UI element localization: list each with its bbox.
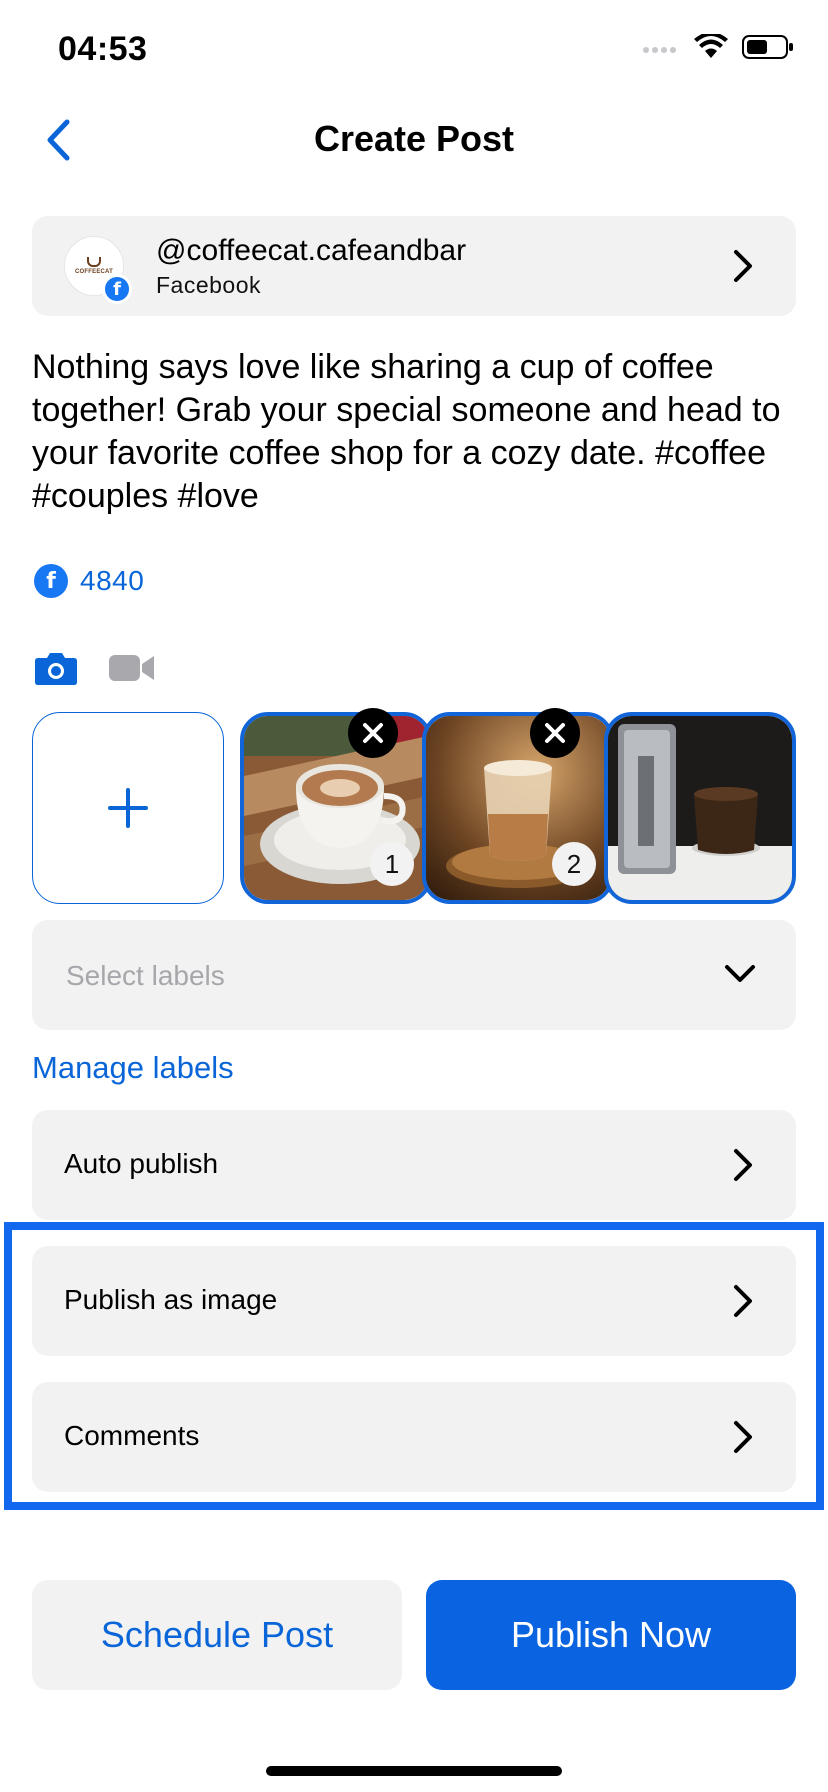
publish-now-button[interactable]: Publish Now	[426, 1580, 796, 1690]
media-index-badge: 2	[552, 842, 596, 886]
status-icons	[642, 34, 794, 60]
media-index-badge: 1	[370, 842, 414, 886]
home-indicator	[266, 1766, 562, 1776]
media-strip: 1 2	[32, 708, 796, 908]
camera-icon[interactable]	[34, 650, 78, 686]
plus-icon	[108, 788, 148, 828]
nav-bar: Create Post	[0, 108, 828, 172]
manage-labels-link[interactable]: Manage labels	[32, 1050, 234, 1086]
wifi-icon	[694, 34, 728, 58]
labels-placeholder: Select labels	[66, 960, 225, 991]
coffee-cup-logo-icon	[87, 257, 101, 267]
auto-publish-row[interactable]: Auto publish	[32, 1110, 796, 1220]
status-time: 04:53	[58, 30, 148, 68]
aeropress-photo	[608, 716, 792, 900]
media-thumbnail[interactable]: 2	[422, 712, 614, 904]
account-handle: @coffeecat.cafeandbar	[156, 234, 467, 267]
video-icon[interactable]	[108, 652, 156, 684]
chevron-right-icon	[734, 1149, 752, 1181]
reach-count: 4840	[80, 565, 145, 596]
chevron-down-icon	[725, 965, 755, 982]
post-text[interactable]: Nothing says love like sharing a cup of …	[32, 346, 802, 518]
labels-dropdown[interactable]: Select labels	[32, 920, 796, 1030]
remove-media-button[interactable]	[348, 708, 398, 758]
add-media-button[interactable]	[32, 712, 224, 904]
signal-icon	[643, 47, 676, 53]
account-platform: Facebook	[156, 272, 262, 298]
schedule-post-button[interactable]: Schedule Post	[32, 1580, 402, 1690]
status-bar: 04:53	[0, 0, 828, 100]
media-type-tabs	[34, 650, 156, 686]
facebook-icon: f	[102, 274, 132, 304]
facebook-icon: f	[34, 564, 68, 598]
media-thumbnail[interactable]	[604, 712, 796, 904]
close-icon	[545, 723, 565, 743]
page-title: Create Post	[313, 118, 515, 159]
close-icon	[363, 723, 383, 743]
option-label: Auto publish	[64, 1148, 219, 1179]
reach-row: f 4840	[34, 564, 144, 598]
remove-media-button[interactable]	[530, 708, 580, 758]
highlight-box	[4, 1222, 824, 1510]
chevron-right-icon	[734, 250, 752, 282]
account-selector[interactable]: COFFEECAT f @coffeecat.cafeandbar Facebo…	[32, 216, 796, 316]
avatar-logo-text: COFFEECAT	[74, 269, 114, 275]
battery-icon	[742, 35, 793, 59]
media-thumbnail[interactable]: 1	[240, 712, 432, 904]
